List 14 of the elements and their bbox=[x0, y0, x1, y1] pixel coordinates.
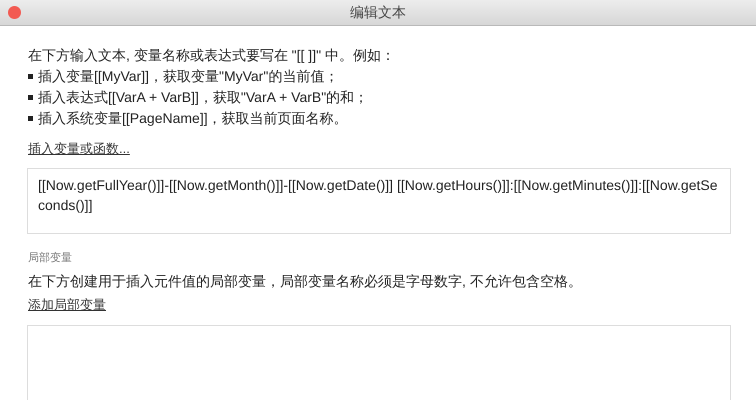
close-icon[interactable] bbox=[8, 6, 21, 19]
bullet-icon bbox=[28, 74, 33, 79]
example-text: 插入表达式[[VarA + VarB]]，获取"VarA + VarB"的和； bbox=[38, 88, 368, 107]
example-text: 插入系统变量[[PageName]]，获取当前页面名称。 bbox=[38, 109, 348, 128]
example-text: 插入变量[[MyVar]]，获取变量"MyVar"的当前值； bbox=[38, 67, 338, 86]
bullet-icon bbox=[28, 116, 33, 121]
section-heading: 局部变量 bbox=[28, 250, 73, 265]
add-variable-link[interactable]: 添加局部变量 bbox=[28, 296, 106, 314]
description-text: 在下方创建用于插入元件值的局部变量，局部变量名称必须是字母数字, 不允许包含空格。 bbox=[28, 272, 583, 291]
instruction-text: 在下方输入文本, 变量名称或表达式要写在 "[[ ]]" 中。例如： bbox=[28, 46, 396, 65]
text-field[interactable]: [[Now.getFullYear()]]-[[Now.getMonth()]]-[[Now.getDate()]] [[Now.getHours()]]:[[Now.getMinutes()]]:[[Now.getSeconds()]] bbox=[27, 168, 731, 234]
window-title: 编辑文本 bbox=[350, 4, 406, 22]
insert-variable-link[interactable]: 插入变量或函数... bbox=[28, 140, 130, 158]
bullet-icon bbox=[28, 95, 33, 100]
